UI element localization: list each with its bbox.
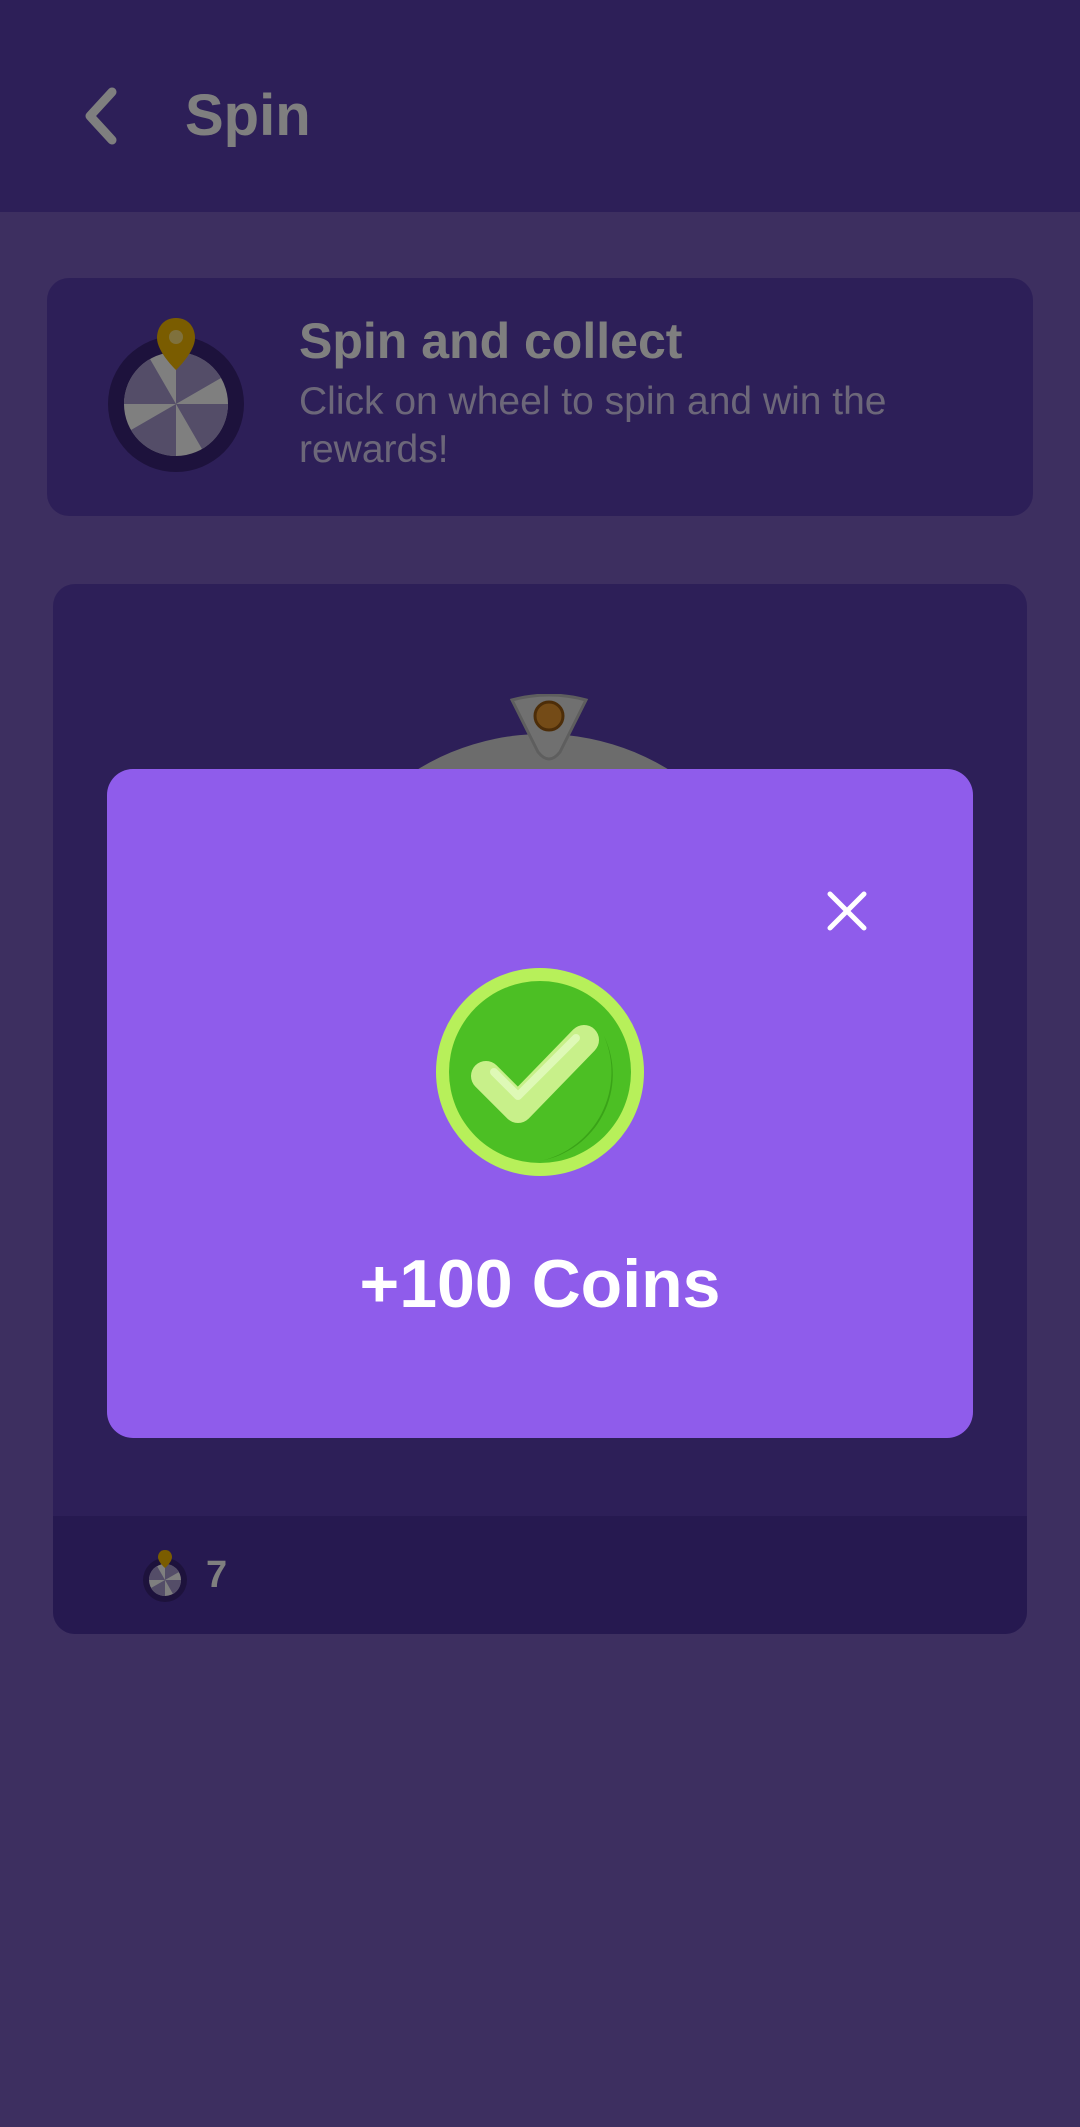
close-icon (827, 891, 867, 931)
success-check-icon (436, 968, 644, 1176)
reward-dialog: +100 Coins (107, 769, 973, 1438)
close-button[interactable] (811, 875, 883, 947)
reward-amount: +100 Coins (359, 1246, 721, 1322)
